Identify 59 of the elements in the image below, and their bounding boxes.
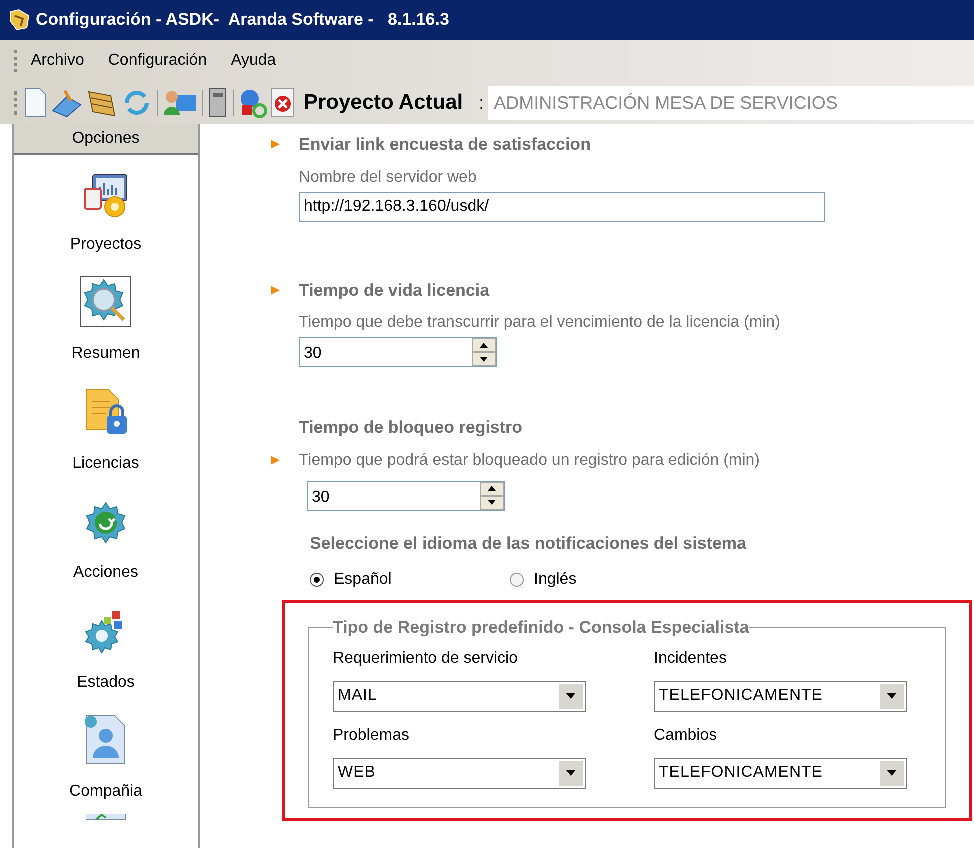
section-heading: Enviar link encuesta de satisfaccion <box>299 134 591 156</box>
up-icon <box>480 342 488 348</box>
input-field[interactable]: http://192.168.3.160/usdk/ <box>299 192 825 222</box>
project-separator: : <box>479 92 484 114</box>
spinner-value: 30 <box>311 488 331 508</box>
up-button[interactable] <box>472 338 496 352</box>
window-title: Configuración - ASDK- Aranda Software - 8.1.16.3 <box>36 9 450 32</box>
sidebar-item[interactable]: Proyectos <box>70 170 142 256</box>
field-label: Requerimiento de servicio <box>333 648 519 668</box>
dropdown-value: TELEFONICAMENTE <box>659 763 824 783</box>
radio-label: Inglés <box>534 570 577 590</box>
sidebar-item[interactable]: Compañia <box>70 714 142 804</box>
down-icon <box>480 356 488 362</box>
dropdown-value: MAIL <box>338 686 378 706</box>
down-button[interactable] <box>480 496 504 510</box>
field-label: Tiempo que podrá estar bloqueado un registro para edición (min) <box>299 450 760 470</box>
down-icon <box>488 500 496 505</box>
arrow-icon <box>270 455 281 466</box>
sidebar-item[interactable]: Acciones <box>74 499 138 585</box>
sidebar-item[interactable]: Licencias <box>72 388 140 476</box>
section-heading: Tiempo de vida licencia <box>299 280 490 302</box>
app-icon <box>8 8 32 32</box>
dropdown-value: WEB <box>338 763 377 783</box>
menu-item[interactable]: Archivo <box>31 49 84 73</box>
arrow-icon <box>270 139 281 150</box>
spinner-value: 30 <box>303 344 323 364</box>
dropdown[interactable]: TELEFONICAMENTE <box>654 758 907 788</box>
server-icon[interactable] <box>207 87 229 119</box>
dropdown[interactable]: MAIL <box>333 680 586 712</box>
field-label: Tiempo que debe transcurrir para el vencimiento de la licencia (min) <box>299 313 780 333</box>
section-heading: Seleccione el idioma de las notificaciones del sistema <box>310 532 747 554</box>
down-button[interactable] <box>472 352 496 366</box>
dropdown[interactable]: TELEFONICAMENTE <box>654 680 907 712</box>
field-label: Nombre del servidor web <box>299 168 477 188</box>
sidebar-item[interactable]: Estados <box>77 608 135 694</box>
toolbar-icon[interactable] <box>51 87 83 119</box>
field-label: Problemas <box>333 726 410 746</box>
group-title: Tipo de Registro predefinido - Consola Especialista <box>333 617 750 639</box>
field-label: Incidentes <box>654 648 728 668</box>
spinner-field[interactable]: 30 <box>307 480 505 510</box>
up-icon <box>488 486 496 491</box>
dropdown-value: TELEFONICAMENTE <box>659 686 824 706</box>
sidebar-header: Opciones <box>14 124 198 155</box>
field-label: Cambios <box>654 726 718 746</box>
radio-button[interactable] <box>510 573 524 587</box>
radio-label: Español <box>334 570 392 590</box>
menu-item[interactable]: Ayuda <box>231 49 276 73</box>
spinner-field[interactable]: 30 <box>299 337 497 367</box>
sidebar-item[interactable]: Resumen <box>72 276 140 366</box>
project-label: Proyecto Actual <box>304 90 464 116</box>
up-button[interactable] <box>480 482 504 496</box>
arrow-icon <box>270 284 281 296</box>
new-document-icon[interactable] <box>23 87 49 119</box>
project-name: ADMINISTRACIÓN MESA DE SERVICIOS <box>488 86 974 120</box>
radio-button[interactable] <box>310 573 324 587</box>
section-heading: Tiempo de bloqueo registro <box>299 417 523 439</box>
gear-magnifier-icon <box>80 276 132 328</box>
menu-item[interactable]: Configuración <box>108 49 208 73</box>
dropdown[interactable]: WEB <box>333 758 586 788</box>
